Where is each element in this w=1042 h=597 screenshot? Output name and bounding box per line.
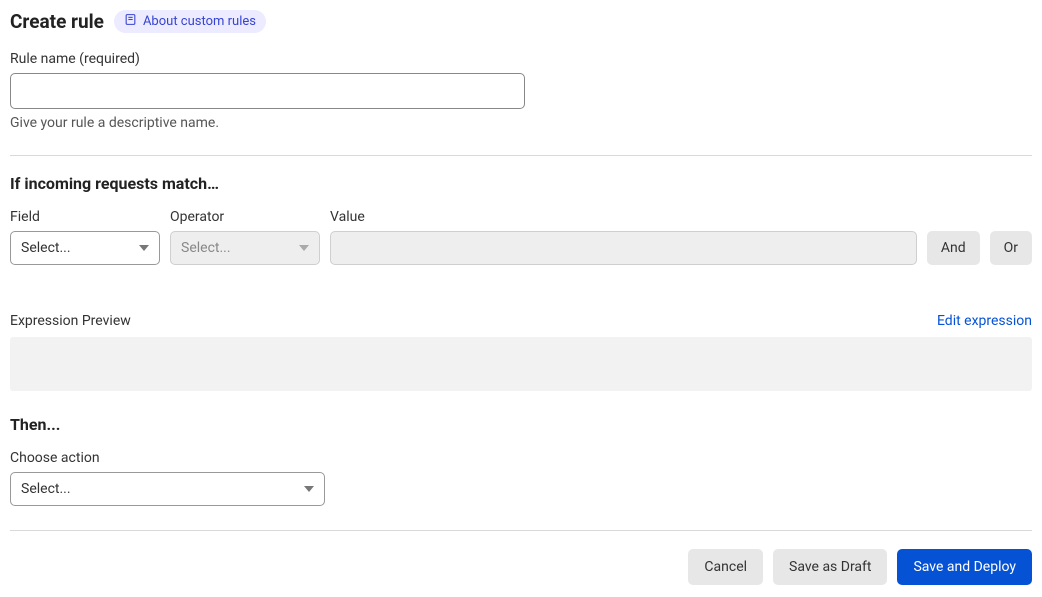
book-icon: [124, 13, 137, 30]
value-label: Value: [330, 209, 917, 225]
rule-name-hint: Give your rule a descriptive name.: [10, 115, 1032, 131]
page-title: Create rule: [10, 10, 104, 33]
operator-label: Operator: [170, 209, 320, 225]
rule-name-section: Rule name (required) Give your rule a de…: [10, 51, 1032, 131]
and-button[interactable]: And: [927, 231, 980, 265]
field-select[interactable]: Select...: [10, 231, 160, 265]
rule-name-label: Rule name (required): [10, 51, 1032, 67]
rule-builder-row: Field Select... Operator Select... Value…: [10, 209, 1032, 265]
value-input[interactable]: [330, 231, 917, 265]
chevron-down-icon: [299, 245, 309, 251]
operator-select-placeholder: Select...: [181, 240, 231, 256]
about-custom-rules-link[interactable]: About custom rules: [114, 10, 266, 33]
field-select-placeholder: Select...: [21, 240, 71, 256]
expression-preview-box: [10, 337, 1032, 391]
footer-actions: Cancel Save as Draft Save and Deploy: [10, 549, 1032, 585]
then-section-title: Then...: [10, 415, 1032, 434]
save-draft-button[interactable]: Save as Draft: [773, 549, 887, 585]
choose-action-label: Choose action: [10, 450, 1032, 466]
save-deploy-button[interactable]: Save and Deploy: [897, 549, 1032, 585]
action-select-placeholder: Select...: [21, 481, 71, 497]
divider: [10, 155, 1032, 156]
or-button[interactable]: Or: [990, 231, 1032, 265]
operator-select[interactable]: Select...: [170, 231, 320, 265]
cancel-button[interactable]: Cancel: [688, 549, 763, 585]
chevron-down-icon: [304, 486, 314, 492]
match-section-title: If incoming requests match…: [10, 174, 1032, 193]
action-select[interactable]: Select...: [10, 472, 325, 506]
edit-expression-link[interactable]: Edit expression: [937, 313, 1032, 329]
expression-preview-label: Expression Preview: [10, 313, 131, 329]
chevron-down-icon: [139, 245, 149, 251]
about-link-label: About custom rules: [143, 14, 256, 29]
rule-name-input[interactable]: [10, 73, 525, 109]
divider: [10, 530, 1032, 531]
field-label: Field: [10, 209, 160, 225]
